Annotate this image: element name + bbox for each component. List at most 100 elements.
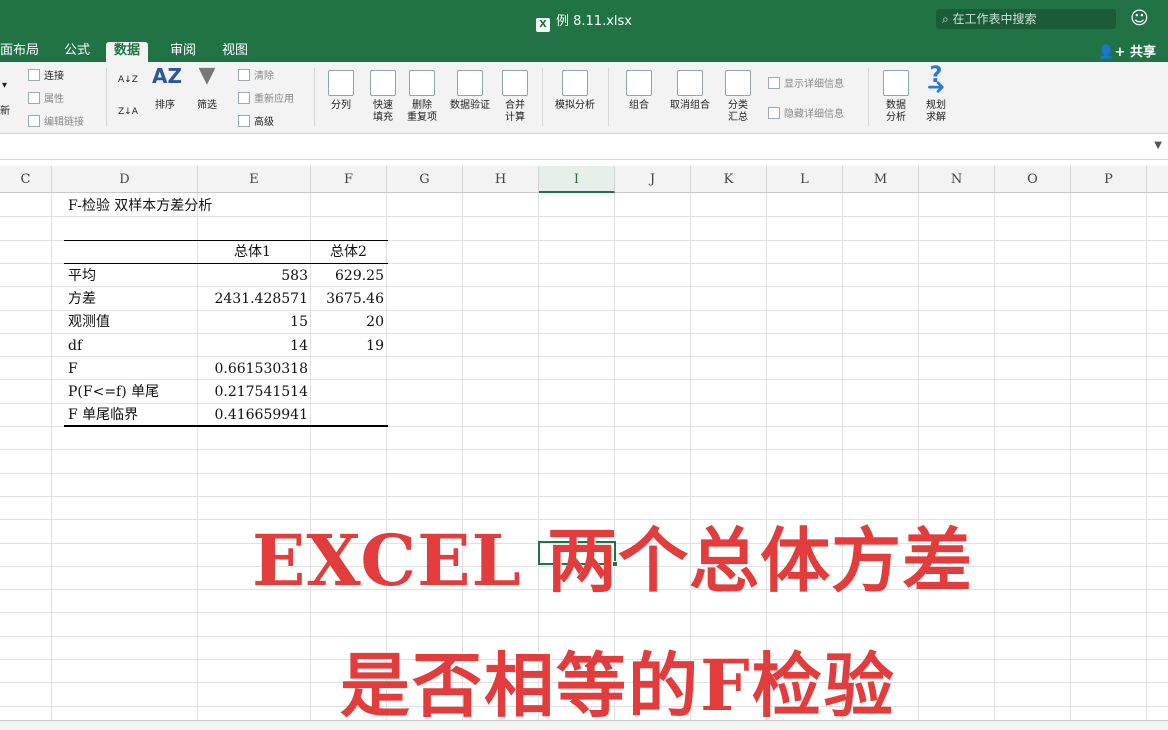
ribbon-separator	[608, 68, 609, 126]
column-header-h[interactable]: H	[463, 166, 539, 193]
show-detail-button[interactable]: 显示详细信息	[768, 77, 844, 91]
solver-label: 规划 求解	[926, 100, 946, 123]
row-label-cell[interactable]: 观测值	[68, 311, 110, 334]
search-input[interactable]: ⌕ 在工作表中搜索	[936, 9, 1116, 29]
add-user-icon: 👤+	[1098, 45, 1126, 60]
flash-fill-label: 快速 填充	[373, 100, 393, 123]
population-2-value-cell[interactable]	[312, 404, 384, 427]
remove-duplicates-button[interactable]: 删除 重复项	[404, 70, 440, 124]
group-label: 组合	[629, 100, 649, 111]
data-analysis-button[interactable]: 数据 分析	[880, 70, 912, 124]
spreadsheet-grid[interactable]: F-检验 双样本方差分析 总体1 总体2 平均 583 629.25 方差 2431.4…	[0, 193, 1168, 720]
population-1-value-cell[interactable]: 2431.428571	[198, 288, 308, 311]
row-label-cell[interactable]: P(F<=f) 单尾	[68, 381, 159, 404]
flash-fill-button[interactable]: 快速 填充	[366, 70, 400, 124]
reapply-label: 重新应用	[254, 94, 294, 105]
row-label-cell[interactable]: 平均	[68, 265, 96, 288]
sort-label: 排序	[155, 100, 175, 111]
subtotal-button[interactable]: 分类 汇总	[722, 70, 754, 124]
dropdown-arrow-icon[interactable]: ▾	[2, 80, 7, 92]
row-label-cell[interactable]: F	[68, 358, 78, 381]
formula-bar[interactable]: ▼	[0, 134, 1168, 160]
search-placeholder: 在工作表中搜索	[952, 12, 1037, 26]
header-population-2[interactable]: 总体2	[330, 241, 367, 264]
column-header-o[interactable]: O	[995, 166, 1071, 193]
gridline-vertical	[994, 193, 995, 720]
refresh-all-label[interactable]: 新	[0, 106, 10, 118]
header-population-1[interactable]: 总体1	[234, 241, 271, 264]
gridline-vertical	[1146, 193, 1147, 720]
column-header-n[interactable]: N	[919, 166, 995, 193]
hide-detail-button[interactable]: 隐藏详细信息	[768, 107, 844, 121]
clear-filter-button[interactable]: 清除	[238, 69, 274, 83]
connections-button[interactable]: 连接	[28, 69, 64, 83]
excel-icon: X	[536, 18, 550, 32]
gridline-horizontal	[0, 403, 1168, 404]
column-header-c[interactable]: C	[0, 166, 52, 193]
consolidate-button[interactable]: 合并 计算	[498, 70, 532, 124]
population-2-value-cell[interactable]: 19	[312, 335, 384, 358]
tab-view[interactable]: 视图	[214, 42, 256, 62]
column-header-f[interactable]: F	[311, 166, 387, 193]
tab-formulas[interactable]: 公式	[56, 42, 98, 62]
reapply-button[interactable]: 重新应用	[238, 92, 294, 106]
population-1-value-cell[interactable]: 583	[198, 265, 308, 288]
column-header-m[interactable]: M	[843, 166, 919, 193]
sort-button[interactable]: AZ 排序	[150, 64, 182, 112]
population-2-value-cell[interactable]	[312, 381, 384, 404]
column-header-k[interactable]: K	[691, 166, 767, 193]
expand-formula-icon[interactable]: ▼	[1154, 140, 1162, 151]
clear-filter-icon	[238, 69, 250, 81]
column-header-g[interactable]: G	[387, 166, 463, 193]
edit-links-button[interactable]: 编辑链接	[28, 115, 84, 129]
population-1-value-cell[interactable]: 14	[198, 335, 308, 358]
population-2-value-cell[interactable]: 629.25	[312, 265, 384, 288]
column-header-l[interactable]: L	[767, 166, 843, 193]
group-button[interactable]: 组合	[622, 70, 656, 112]
ribbon-tabs: 面布局 公式 数据 审阅 视图 👤+ 共享	[0, 38, 1168, 62]
analysis-title-cell[interactable]: F-检验 双样本方差分析	[68, 195, 212, 218]
sort-az-button[interactable]: A↓Z	[118, 74, 138, 86]
population-2-value-cell[interactable]: 3675.46	[312, 288, 384, 311]
overlay-title-line1: EXCEL 两个总体方差	[252, 519, 974, 602]
row-label-cell[interactable]: 方差	[68, 288, 96, 311]
sort-za-button[interactable]: Z↓A	[118, 106, 138, 118]
ungroup-button[interactable]: 取消组合	[666, 70, 714, 112]
gridline-horizontal	[0, 449, 1168, 450]
what-if-analysis-button[interactable]: 模拟分析	[550, 70, 600, 112]
feedback-smiley-icon[interactable]: ☺	[1130, 9, 1150, 29]
population-1-value-cell[interactable]: 15	[198, 311, 308, 334]
row-label-cell[interactable]: df	[68, 335, 82, 358]
filter-icon: ▼	[198, 63, 216, 88]
population-2-value-cell[interactable]: 20	[312, 311, 384, 334]
sort-icon: AZ	[152, 64, 182, 88]
column-header-e[interactable]: E	[198, 166, 311, 193]
column-header-p[interactable]: P	[1071, 166, 1147, 193]
data-analysis-label: 数据 分析	[886, 100, 906, 123]
data-analysis-icon	[883, 70, 909, 96]
gridline-horizontal	[0, 310, 1168, 311]
data-validation-button[interactable]: 数据验证	[446, 70, 494, 112]
population-1-value-cell[interactable]: 0.217541514	[198, 381, 308, 404]
population-2-value-cell[interactable]	[312, 358, 384, 381]
population-1-value-cell[interactable]: 0.416659941	[198, 404, 308, 427]
share-button[interactable]: 👤+ 共享	[1098, 41, 1156, 60]
column-header-j[interactable]: J	[615, 166, 691, 193]
tab-page-layout[interactable]: 面布局	[0, 42, 47, 62]
tab-data[interactable]: 数据	[106, 42, 149, 62]
properties-label: 属性	[44, 94, 64, 105]
column-header-d[interactable]: D	[52, 166, 198, 193]
row-label-cell[interactable]: F 单尾临界	[68, 404, 138, 427]
filter-button[interactable]: ▼ 筛选	[192, 63, 222, 112]
remove-duplicates-label: 删除 重复项	[407, 100, 437, 123]
advanced-filter-button[interactable]: 高级	[238, 115, 274, 129]
ungroup-label: 取消组合	[670, 100, 710, 111]
properties-button[interactable]: 属性	[28, 92, 64, 106]
advanced-filter-label: 高级	[254, 117, 274, 128]
text-to-columns-button[interactable]: 分列	[326, 70, 356, 112]
reapply-icon	[238, 92, 250, 104]
column-header-i[interactable]: I	[539, 166, 615, 193]
solver-button[interactable]: ?➜ 规划 求解	[920, 65, 952, 124]
tab-review[interactable]: 审阅	[162, 42, 204, 62]
population-1-value-cell[interactable]: 0.661530318	[198, 358, 308, 381]
